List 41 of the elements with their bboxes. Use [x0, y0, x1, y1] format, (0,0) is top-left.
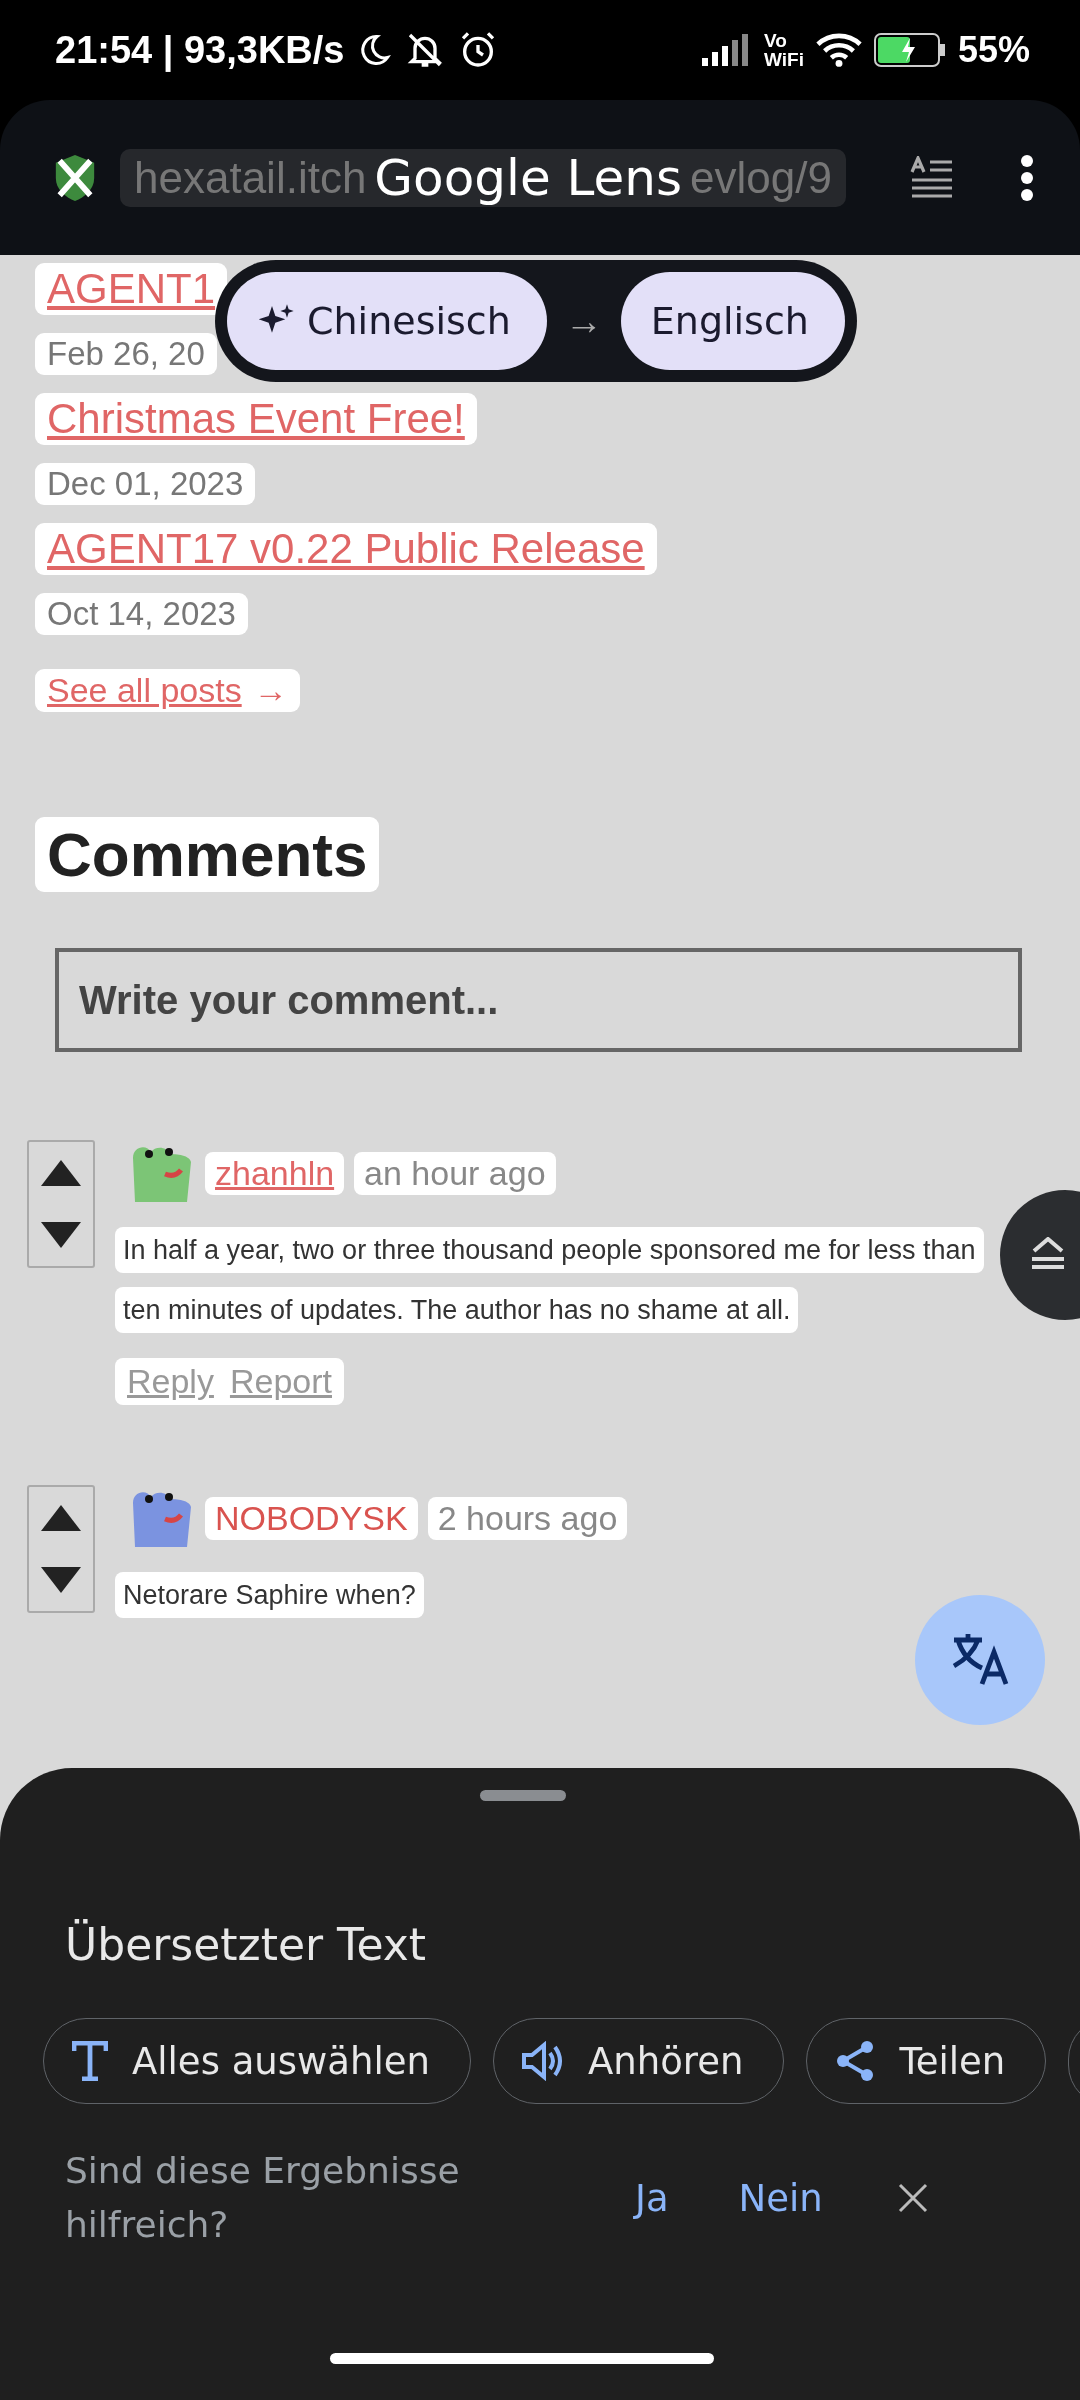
downvote-button[interactable] — [41, 1222, 81, 1248]
comment-action-link[interactable]: Reply — [127, 1362, 214, 1401]
post-title-link[interactable]: Christmas Event Free! — [35, 393, 477, 445]
post-date: Dec 01, 2023 — [35, 463, 256, 505]
battery-icon — [873, 33, 946, 67]
close-icon[interactable] — [897, 2183, 928, 2213]
username[interactable]: NOBODYSK — [205, 1496, 418, 1540]
status-time: 21:54 | 93,3KB/s — [55, 28, 345, 72]
source-language-button[interactable]: Chinesisch — [227, 272, 547, 370]
more-options-icon[interactable] — [1019, 153, 1035, 202]
drag-handle[interactable] — [480, 1790, 566, 1801]
upvote-button[interactable] — [41, 1160, 81, 1186]
downvote-button[interactable] — [41, 1567, 81, 1593]
url-field[interactable]: hexatail.itch — [120, 148, 375, 207]
post-title-link[interactable]: AGENT17 v0.22 Public Release — [35, 523, 657, 575]
speaker-icon — [521, 2041, 564, 2081]
translate-icon — [950, 1632, 1010, 1688]
comment-input-field[interactable]: Write your comment... — [55, 948, 1022, 1052]
comment-time: 2 hours ago — [427, 1496, 628, 1540]
network-label: Vo WiFi — [764, 31, 804, 69]
battery-percent: 55% — [957, 29, 1030, 71]
target-language-button[interactable]: Englisch — [620, 272, 845, 370]
username-link[interactable]: zhanhln — [205, 1151, 345, 1195]
sheet-title: Übersetzter Text — [65, 1919, 428, 1970]
post-title-link[interactable]: AGENT1 — [35, 263, 228, 315]
post-date: Feb 26, 20 — [35, 333, 217, 375]
arrow-text: → — [564, 299, 603, 343]
text-icon — [72, 2041, 108, 2081]
url-field[interactable]: evlog/9 — [682, 148, 846, 207]
feedback-question: Sind diese Ergebnisse hilfreich? — [65, 2149, 461, 2247]
wifi-icon — [815, 32, 862, 68]
post-date: Oct 14, 2023 — [35, 593, 248, 635]
share-icon — [835, 2040, 876, 2082]
upvote-button[interactable] — [41, 1505, 81, 1531]
comment-action-link[interactable]: Report — [229, 1362, 332, 1401]
yes-button[interactable]: Ja — [635, 2176, 669, 2220]
comments-heading: Comments — [35, 817, 380, 892]
see-all-posts-link[interactable]: See all posts → — [35, 669, 300, 712]
comment-time: an hour ago — [354, 1151, 556, 1195]
app-title: Google Lens — [374, 148, 683, 207]
no-button[interactable]: Nein — [738, 2176, 823, 2220]
